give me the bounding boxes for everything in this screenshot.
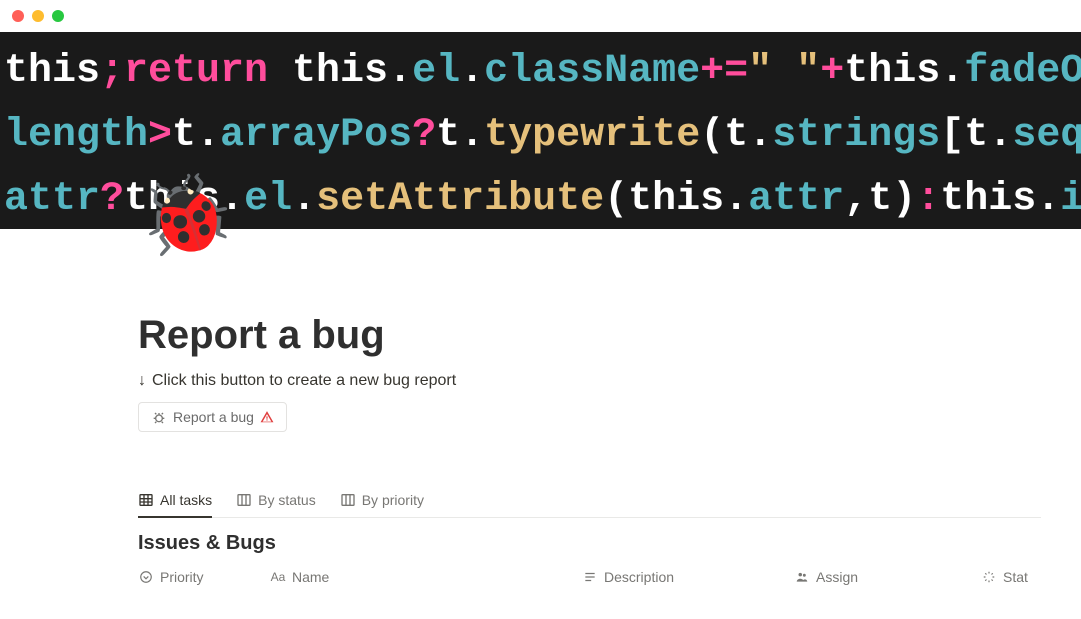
page-title[interactable]: Report a bug (138, 313, 1041, 358)
column-label: Name (292, 569, 329, 585)
column-assign[interactable]: Assign (794, 569, 944, 585)
page-content: Report a bug ↓ Click this button to crea… (0, 229, 1081, 585)
minimize-window-button[interactable] (32, 10, 44, 22)
column-status[interactable]: Stat (981, 569, 1041, 585)
select-icon (138, 569, 154, 585)
tab-label: By priority (362, 492, 424, 508)
bug-icon (151, 409, 167, 425)
section-title[interactable]: Issues & Bugs (138, 532, 1041, 555)
column-description[interactable]: Description (582, 569, 762, 585)
report-bug-button[interactable]: Report a bug (138, 402, 287, 432)
column-label: Priority (160, 569, 204, 585)
text-icon: Aa (270, 569, 286, 585)
window-titlebar (0, 0, 1081, 32)
warning-icon (260, 410, 274, 424)
table-header-row: Priority Aa Name Description Assign (138, 569, 1041, 585)
view-tabs: All tasks By status By priority (138, 492, 1041, 518)
column-label: Description (604, 569, 674, 585)
tab-by-status[interactable]: By status (236, 492, 316, 518)
tab-all-tasks[interactable]: All tasks (138, 492, 212, 518)
tab-by-priority[interactable]: By priority (340, 492, 424, 518)
maximize-window-button[interactable] (52, 10, 64, 22)
column-priority[interactable]: Priority (138, 569, 238, 585)
report-button-label: Report a bug (173, 409, 254, 425)
page-icon[interactable]: 🐞 (138, 176, 235, 254)
people-icon (794, 569, 810, 585)
board-icon (340, 492, 356, 508)
tab-label: All tasks (160, 492, 212, 508)
text-lines-icon (582, 569, 598, 585)
column-label: Stat (1003, 569, 1028, 585)
column-name[interactable]: Aa Name (270, 569, 550, 585)
arrow-down-icon: ↓ (138, 372, 146, 390)
board-icon (236, 492, 252, 508)
close-window-button[interactable] (12, 10, 24, 22)
status-icon (981, 569, 997, 585)
hint-text: ↓ Click this button to create a new bug … (138, 372, 1041, 390)
tab-label: By status (258, 492, 316, 508)
table-icon (138, 492, 154, 508)
hint-label: Click this button to create a new bug re… (152, 372, 456, 390)
column-label: Assign (816, 569, 858, 585)
